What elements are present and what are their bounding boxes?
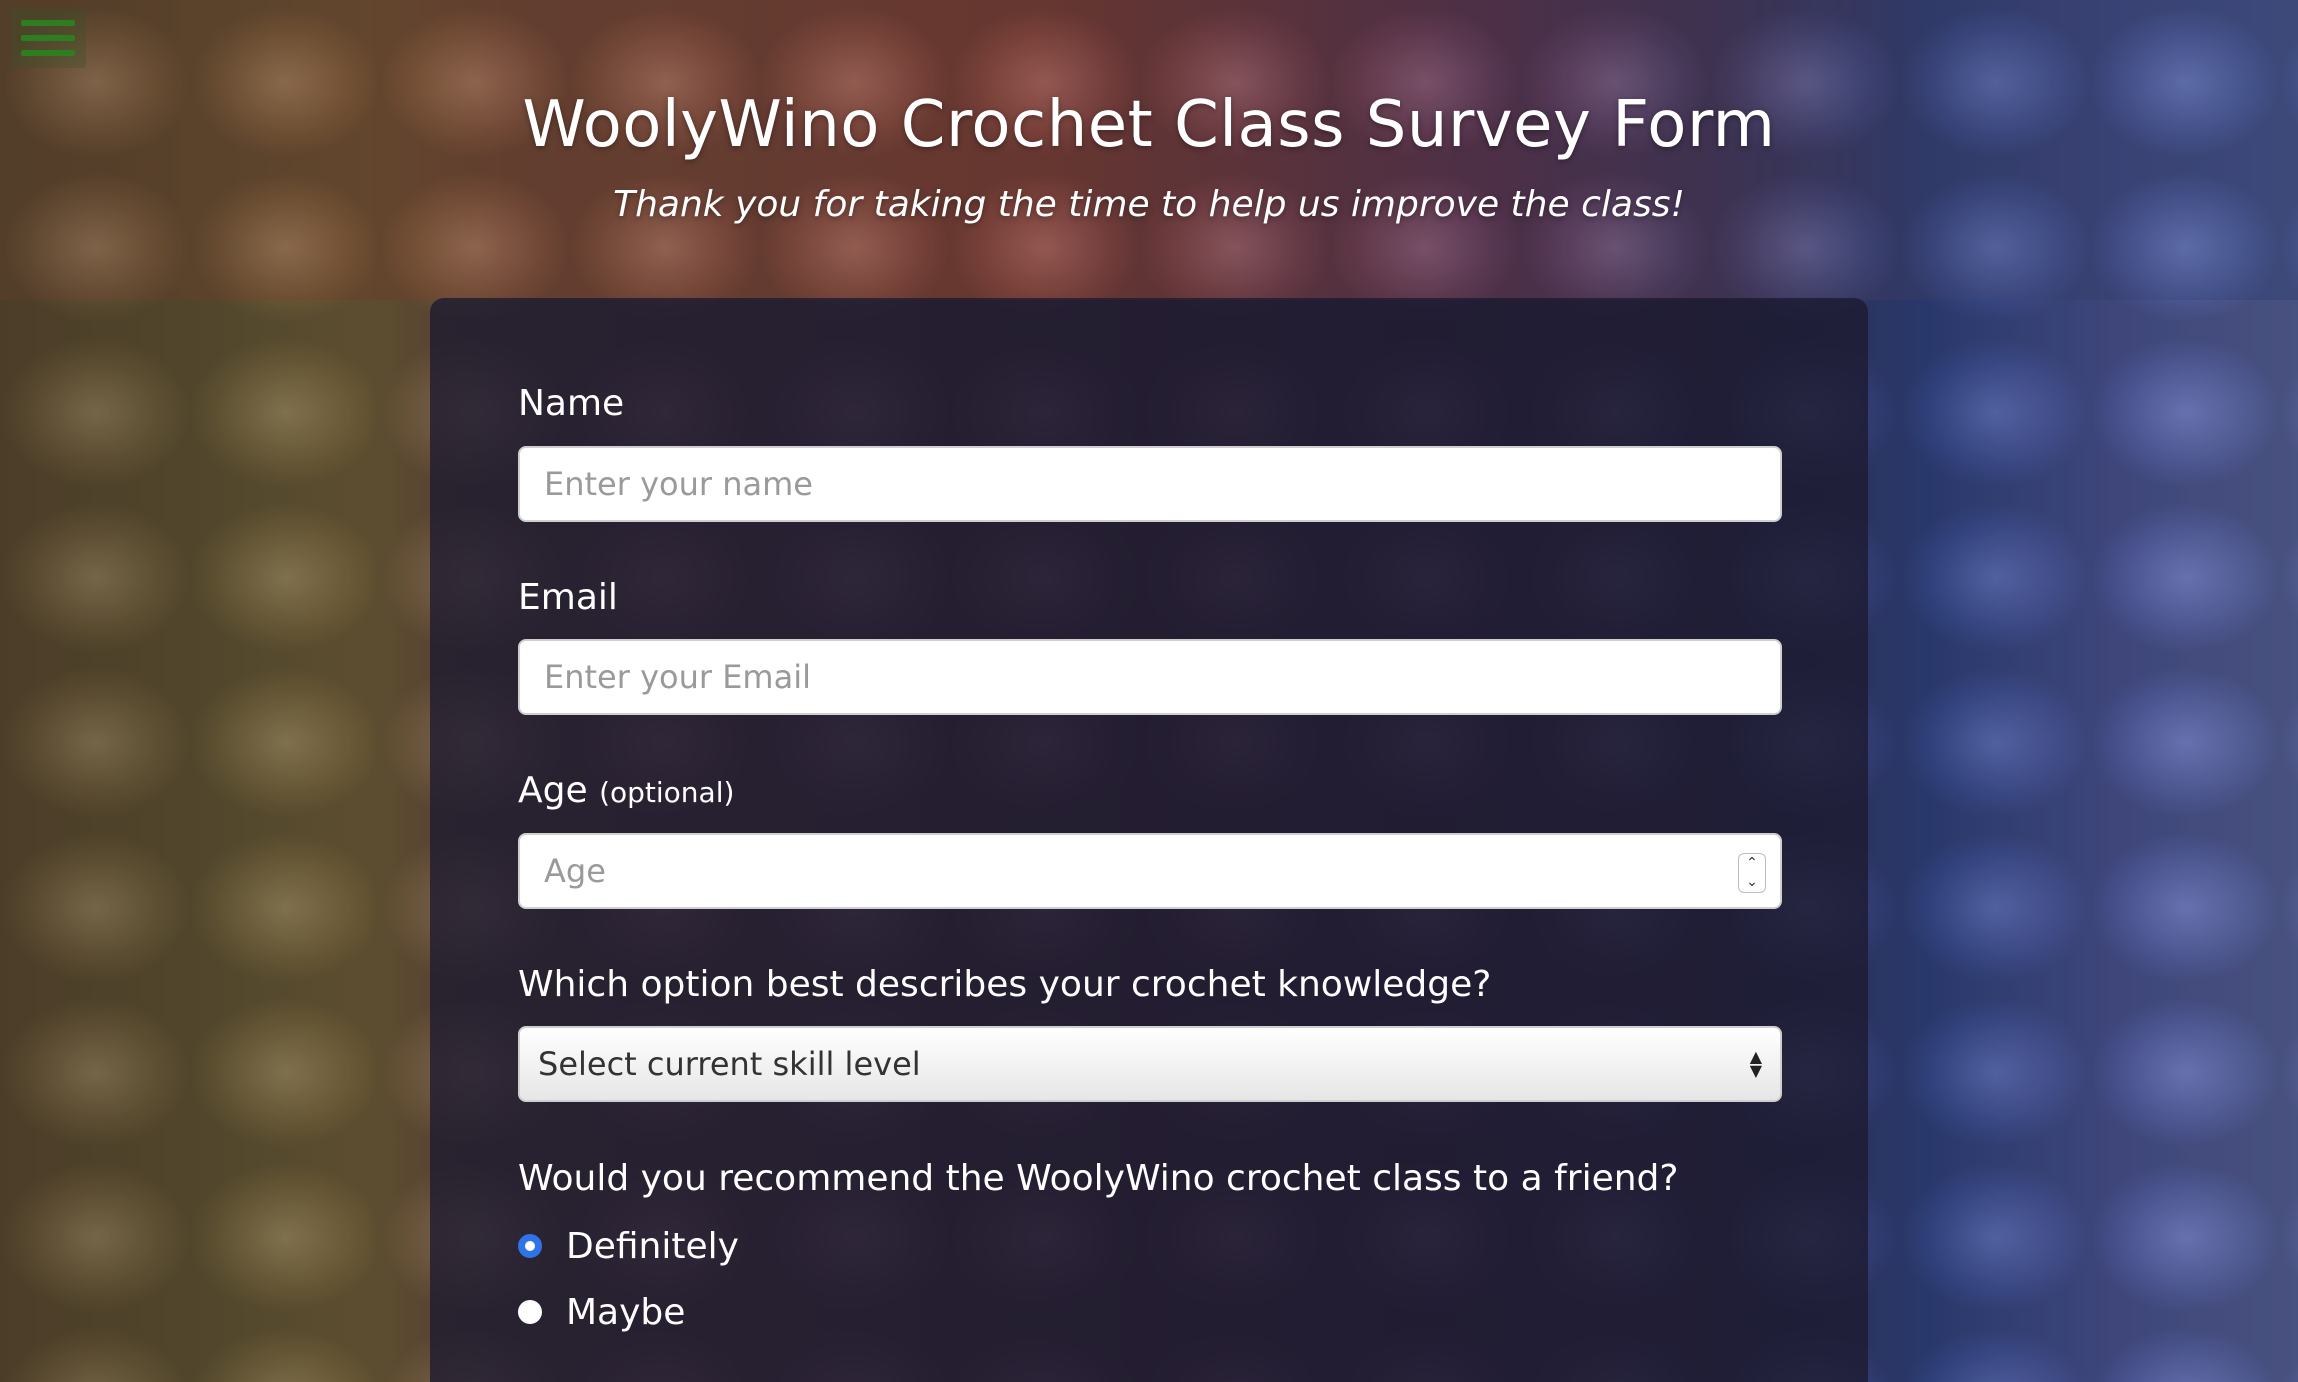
recommend-question: Would you recommend the WoolyWino croche…	[518, 1158, 1679, 1200]
hamburger-menu-icon-bar-3	[21, 50, 75, 56]
name-field-group: Name Enter your name	[518, 383, 1782, 522]
radio-maybe[interactable]	[518, 1300, 542, 1325]
radio-label-maybe: Maybe	[566, 1291, 686, 1333]
skill-label: Which option best describes your crochet…	[518, 963, 1492, 1005]
radio-option-definitely[interactable]: Definitely	[518, 1213, 1780, 1279]
skill-field-group: Which option best describes your crochet…	[518, 963, 1782, 1103]
skill-level-select[interactable]: Select current skill level ▲ ▼	[518, 1026, 1782, 1103]
age-label-row: Age (optional)	[518, 771, 1780, 811]
email-input[interactable]: Enter your Email	[518, 639, 1782, 716]
radio-definitely[interactable]	[518, 1234, 542, 1259]
page-header: WoolyWino Crochet Class Survey Form Than…	[0, 88, 2298, 225]
page-subtitle: Thank you for taking the time to help us…	[613, 184, 1685, 225]
age-stepper[interactable]: ⌃ ⌄	[1738, 852, 1766, 893]
hamburger-menu-icon-bar-2	[21, 35, 75, 41]
name-label: Name	[518, 383, 625, 424]
stepper-up-icon[interactable]: ⌃	[1746, 856, 1758, 870]
select-arrows-icon: ▲ ▼	[1749, 1047, 1762, 1081]
radio-label-definitely: Definitely	[566, 1225, 739, 1267]
name-input[interactable]: Enter your name	[518, 445, 1782, 522]
email-label: Email	[518, 576, 618, 618]
age-field-group: Age (optional) Age ⌃ ⌄	[518, 771, 1782, 909]
stepper-down-icon[interactable]: ⌄	[1746, 875, 1758, 889]
name-input-placeholder: Enter your name	[544, 464, 813, 503]
page-title: WoolyWino Crochet Class Survey Form	[522, 88, 1776, 162]
survey-form: Name Enter your name Email Enter your Em…	[430, 298, 1868, 1382]
radio-option-maybe[interactable]: Maybe	[518, 1279, 1780, 1345]
hamburger-menu-icon-bar-1	[21, 20, 75, 26]
age-label: Age	[518, 770, 588, 812]
age-optional-note: (optional)	[599, 776, 735, 810]
age-input-placeholder: Age	[544, 851, 606, 890]
skill-level-selected-value: Select current skill level	[538, 1045, 921, 1084]
email-input-placeholder: Enter your Email	[544, 658, 811, 697]
recommend-field-group: Would you recommend the WoolyWino croche…	[518, 1158, 1780, 1345]
hamburger-menu-button[interactable]	[10, 8, 86, 68]
age-input[interactable]: Age ⌃ ⌄	[518, 832, 1782, 909]
email-field-group: Email Enter your Email	[518, 576, 1782, 716]
